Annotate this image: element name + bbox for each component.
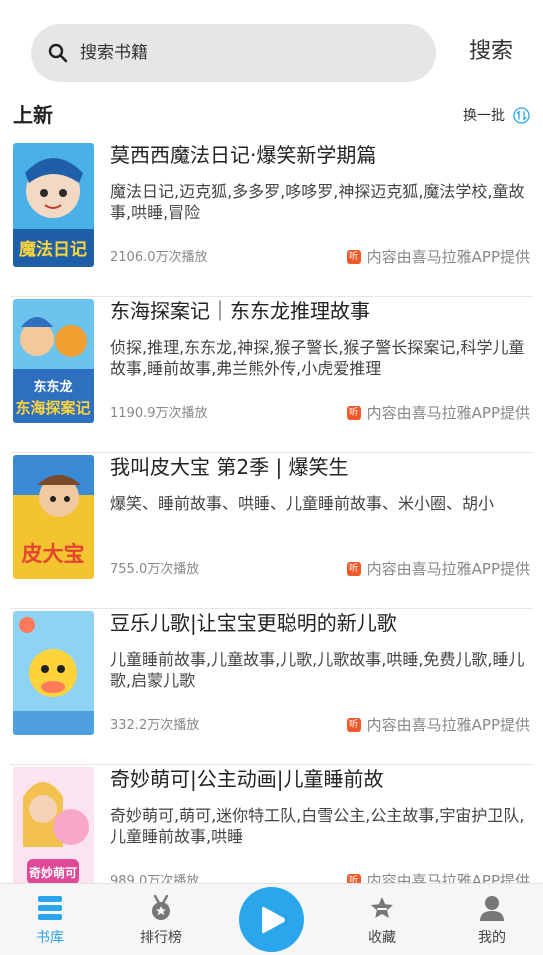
nav-library[interactable]: 书库	[10, 894, 90, 947]
nav-label: 书库	[36, 930, 64, 946]
refresh-label: 换一批	[463, 108, 505, 124]
source-note: 听 内容由喜马拉雅APP提供	[346, 402, 530, 423]
search-placeholder: 搜索书籍	[80, 43, 148, 63]
book-item[interactable]: 奇妙萌可 奇妙萌可|公主动画|儿童睡前故 奇妙萌可,萌可,迷你特工队,白雪公主,…	[0, 765, 543, 883]
book-tags: 侦探,推理,东东龙,神探,猴子警长,猴子警长探案记,科学儿童故事,睡前故事,弗兰…	[110, 338, 525, 378]
section-title: 上新	[13, 103, 53, 127]
book-list: 魔法日记 莫西西魔法日记·爆笑新学期篇 魔法日记,迈克狐,多多罗,哆哆罗,神探迈…	[0, 141, 543, 883]
play-count: 332.2万次播放	[110, 718, 200, 733]
search-icon	[48, 43, 68, 63]
book-tags: 奇妙萌可,萌可,迷你特工队,白雪公主,公主故事,宇宙护卫队,儿童睡前故事,哄睡	[110, 806, 525, 846]
book-cover: 皮大宝	[13, 455, 94, 579]
source-note: 听 内容由喜马拉雅APP提供	[346, 714, 530, 735]
play-count: 2106.0万次播放	[110, 250, 208, 265]
nav-label: 我的	[478, 930, 506, 946]
book-title: 豆乐儿歌|让宝宝更聪明的新儿歌	[110, 611, 397, 635]
source-note: 听 内容由喜马拉雅APP提供	[346, 246, 530, 267]
star-icon	[371, 897, 393, 918]
search-input[interactable]: 搜索书籍	[31, 24, 436, 82]
book-title: 奇妙萌可|公主动画|儿童睡前故	[110, 767, 384, 791]
book-tags: 魔法日记,迈克狐,多多罗,哆哆罗,神探迈克狐,魔法学校,童故事,哄睡,冒险	[110, 182, 525, 222]
svg-text:皮大宝: 皮大宝	[22, 542, 85, 566]
play-button[interactable]	[239, 887, 304, 952]
refresh-button[interactable]: 换一批	[463, 103, 530, 127]
ximalaya-icon: 听	[346, 405, 361, 420]
book-tags: 儿童睡前故事,儿童故事,儿歌,儿歌故事,哄睡,免费儿歌,睡儿歌,启蒙儿歌	[110, 650, 525, 690]
book-item[interactable]: 东东龙 东海探案记 东海探案记｜东东龙推理故事 侦探,推理,东东龙,神探,猴子警…	[0, 297, 543, 453]
source-note: 听 内容由喜马拉雅APP提供	[346, 870, 530, 883]
svg-text:东海探案记: 东海探案记	[15, 399, 90, 417]
ximalaya-icon: 听	[346, 873, 361, 883]
ximalaya-icon: 听	[346, 717, 361, 732]
source-text: 内容由喜马拉雅APP提供	[366, 560, 530, 578]
refresh-icon	[513, 106, 530, 124]
play-count: 1190.9万次播放	[110, 406, 208, 421]
book-title: 莫西西魔法日记·爆笑新学期篇	[110, 143, 377, 167]
svg-text:奇妙萌可: 奇妙萌可	[29, 865, 77, 880]
source-text: 内容由喜马拉雅APP提供	[366, 404, 530, 422]
nav-profile[interactable]: 我的	[452, 894, 532, 947]
book-item[interactable]: 皮大宝 我叫皮大宝 第2季 | 爆笑生 爆笑、睡前故事、哄睡、儿童睡前故事、米小…	[0, 453, 543, 609]
play-icon	[262, 906, 285, 934]
book-tags: 爆笑、睡前故事、哄睡、儿童睡前故事、米小圈、胡小	[110, 494, 495, 513]
book-title: 我叫皮大宝 第2季 | 爆笑生	[110, 455, 349, 479]
ximalaya-icon: 听	[346, 561, 361, 576]
nav-label: 收藏	[368, 930, 396, 946]
book-item[interactable]: 豆乐儿歌|让宝宝更聪明的新儿歌 儿童睡前故事,儿童故事,儿歌,儿歌故事,哄睡,免…	[0, 609, 543, 765]
book-cover: 魔法日记	[13, 143, 94, 267]
source-text: 内容由喜马拉雅APP提供	[366, 872, 530, 883]
play-count: 755.0万次播放	[110, 562, 200, 577]
nav-ranking[interactable]: 排行榜	[121, 894, 201, 947]
svg-text:魔法日记: 魔法日记	[19, 239, 87, 260]
book-cover: 奇妙萌可	[13, 767, 94, 883]
source-note: 听 内容由喜马拉雅APP提供	[346, 558, 530, 579]
play-count: 989.0万次播放	[110, 874, 200, 883]
source-text: 内容由喜马拉雅APP提供	[366, 248, 530, 266]
medal-icon	[152, 894, 170, 920]
book-cover	[13, 611, 94, 735]
search-button[interactable]: 搜索	[469, 36, 513, 68]
source-text: 内容由喜马拉雅APP提供	[366, 716, 530, 734]
nav-favorites[interactable]: 收藏	[342, 894, 422, 947]
svg-text:东东龙: 东东龙	[33, 379, 72, 395]
person-icon	[480, 896, 504, 921]
book-item[interactable]: 魔法日记 莫西西魔法日记·爆笑新学期篇 魔法日记,迈克狐,多多罗,哆哆罗,神探迈…	[0, 141, 543, 297]
ximalaya-icon: 听	[346, 249, 361, 264]
nav-label: 排行榜	[140, 930, 182, 946]
book-cover: 东东龙 东海探案记	[13, 299, 94, 423]
book-title: 东海探案记｜东东龙推理故事	[110, 299, 370, 323]
library-icon	[38, 896, 62, 920]
section-header: 上新 换一批	[0, 100, 543, 132]
top-bar: 搜索书籍 搜索	[0, 0, 543, 100]
